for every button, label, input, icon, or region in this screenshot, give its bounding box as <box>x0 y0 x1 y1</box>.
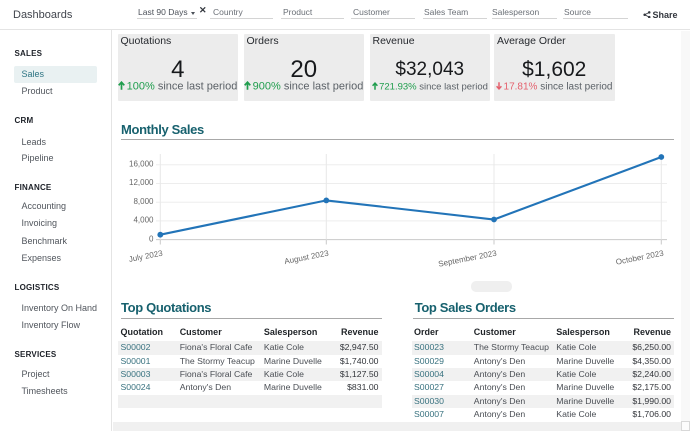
svg-text:16,000: 16,000 <box>129 160 154 169</box>
svg-text:12,000: 12,000 <box>129 178 154 187</box>
svg-text:0: 0 <box>149 234 154 243</box>
svg-text:July 2023: July 2023 <box>128 249 164 264</box>
svg-text:8,000: 8,000 <box>133 197 154 206</box>
svg-text:September 2023: September 2023 <box>438 249 498 269</box>
svg-text:October 2023: October 2023 <box>615 249 665 267</box>
svg-text:August 2023: August 2023 <box>284 249 330 267</box>
svg-text:4,000: 4,000 <box>133 216 154 225</box>
